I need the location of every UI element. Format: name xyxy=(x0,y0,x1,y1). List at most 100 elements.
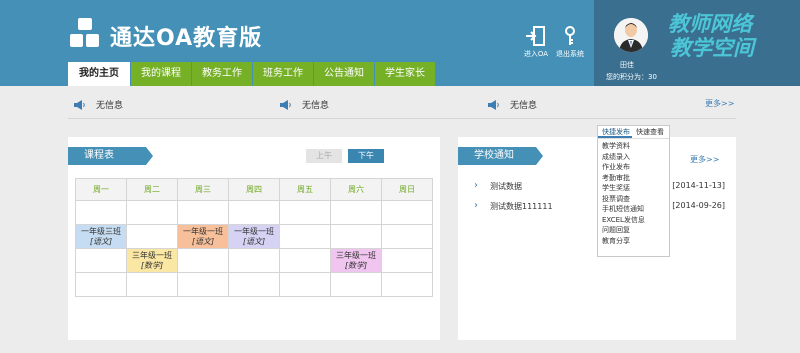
class-entry: 一年级一班 [语文] xyxy=(229,225,279,248)
notice-text: 无信息 xyxy=(302,101,330,111)
schedule-cell[interactable] xyxy=(381,272,433,297)
chevron-right-icon: › xyxy=(474,180,478,191)
school-notice-item[interactable]: › 测试数据 xyxy=(474,181,522,192)
schedule-row xyxy=(75,272,433,297)
schedule-cell[interactable] xyxy=(126,224,178,249)
schedule-row: 三年级一班 [数学] 三年级一班 [数学] xyxy=(75,248,433,273)
schedule-cell[interactable] xyxy=(228,272,280,297)
day-header: 周三 xyxy=(177,178,229,201)
notice-item[interactable]: 无信息 xyxy=(280,98,329,111)
logout-label: 退出系统 xyxy=(556,50,584,58)
nav-item-home[interactable]: 我的主页 xyxy=(68,62,130,86)
day-header: 周六 xyxy=(330,178,382,201)
day-header: 周五 xyxy=(279,178,331,201)
notice-text: 无信息 xyxy=(510,101,538,111)
notices-more-link[interactable]: 更多>> xyxy=(705,98,734,109)
slogan-line-1: 教师网络 xyxy=(668,12,752,36)
class-name: 一年级三班 xyxy=(81,227,121,236)
schedule-cell[interactable] xyxy=(126,200,178,225)
avatar[interactable] xyxy=(614,18,648,52)
speaker-icon xyxy=(74,99,86,110)
class-subject: [语文] xyxy=(242,237,266,246)
class-name: 一年级一班 xyxy=(183,227,223,236)
schedule-cell[interactable] xyxy=(330,224,382,249)
schedule-cell[interactable] xyxy=(75,272,127,297)
user-points: 您的积分为：30 xyxy=(606,73,657,81)
nav-item-announcements[interactable]: 公告通知 xyxy=(314,62,374,86)
quick-menu-item[interactable]: 投票调查 xyxy=(602,194,669,205)
nav-item-my-courses[interactable]: 我的课程 xyxy=(131,62,191,86)
schedule-cell[interactable] xyxy=(279,272,331,297)
schedule-cell[interactable] xyxy=(177,248,229,273)
nav-item-parents[interactable]: 学生家长 xyxy=(375,62,435,86)
speaker-icon xyxy=(280,99,292,110)
am-button[interactable]: 上午 xyxy=(306,149,342,163)
quick-menu-item[interactable]: 考勤审批 xyxy=(602,173,669,184)
school-notice-date: [2014-11-13] xyxy=(672,181,725,190)
nav-item-academic-affairs[interactable]: 教务工作 xyxy=(192,62,252,86)
schedule-cell[interactable] xyxy=(381,248,433,273)
schedule-cell[interactable] xyxy=(330,272,382,297)
schedule-cell[interactable] xyxy=(126,272,178,297)
class-subject: [语文] xyxy=(191,237,215,246)
notice-bar: 无信息 无信息 无信息 xyxy=(68,94,736,114)
schedule-cell[interactable]: 三年级一班 [数学] xyxy=(126,248,178,273)
schedule-cell[interactable]: 一年级三班 [语文] xyxy=(75,224,127,249)
class-subject: [数学] xyxy=(344,261,368,270)
schedule-cell[interactable]: 一年级一班 [语文] xyxy=(177,224,229,249)
schedule-cell[interactable]: 三年级一班 [数学] xyxy=(330,248,382,273)
notice-item[interactable]: 无信息 xyxy=(74,98,123,111)
schedule-cell[interactable] xyxy=(75,200,127,225)
schedule-cell[interactable]: 一年级一班 [语文] xyxy=(228,224,280,249)
school-notices-title: 学校通知 xyxy=(458,147,543,165)
quick-menu-item[interactable]: EXCEL发信息 xyxy=(602,215,669,226)
tab-quick-publish[interactable]: 快捷发布 xyxy=(598,126,632,138)
schedule-row xyxy=(75,200,433,225)
quick-menu-item[interactable]: 成绩录入 xyxy=(602,152,669,163)
schedule-cell[interactable] xyxy=(228,200,280,225)
user-name: 田佳 xyxy=(620,61,634,69)
class-entry: 一年级一班 [语文] xyxy=(178,225,228,248)
class-name: 三年级一班 xyxy=(336,251,376,260)
schedule-row: 一年级三班 [语文] 一年级一班 [语文] 一年级一班 [语文] xyxy=(75,224,433,249)
nav-item-class-affairs[interactable]: 班务工作 xyxy=(253,62,313,86)
schedule-cell[interactable] xyxy=(279,248,331,273)
class-entry: 三年级一班 [数学] xyxy=(331,249,381,272)
divider xyxy=(68,118,736,119)
class-name: 三年级一班 xyxy=(132,251,172,260)
schedule-cell[interactable] xyxy=(279,224,331,249)
schedule-cell[interactable] xyxy=(279,200,331,225)
quick-menu: 快捷发布 快速查看 教学资料 成绩录入 作业发布 考勤审批 学生奖惩 投票调查 … xyxy=(597,125,670,257)
quick-menu-item[interactable]: 手机短信通知 xyxy=(602,204,669,215)
school-notice-item[interactable]: › 测试数据111111 xyxy=(474,201,553,212)
schedule-cell[interactable] xyxy=(228,248,280,273)
quick-menu-item[interactable]: 作业发布 xyxy=(602,162,669,173)
pm-button[interactable]: 下午 xyxy=(348,149,384,163)
chevron-right-icon: › xyxy=(474,200,478,211)
class-entry: 一年级三班 [语文] xyxy=(76,225,126,248)
schedule-cell[interactable] xyxy=(381,224,433,249)
school-notice-title: 测试数据111111 xyxy=(490,202,553,211)
school-notices-more-link[interactable]: 更多>> xyxy=(690,154,719,165)
app-logo-icon xyxy=(70,18,100,50)
schedule-cell[interactable] xyxy=(177,272,229,297)
day-header: 周四 xyxy=(228,178,280,201)
slogan: 教师网络 教学空间 xyxy=(668,12,794,60)
quick-menu-tabs: 快捷发布 快速查看 xyxy=(598,126,669,139)
class-subject: [数学] xyxy=(140,261,164,270)
quick-menu-item[interactable]: 教学资料 xyxy=(602,141,669,152)
tab-quick-view[interactable]: 快速查看 xyxy=(632,126,666,138)
schedule-cell[interactable] xyxy=(177,200,229,225)
quick-menu-item[interactable]: 学生奖惩 xyxy=(602,183,669,194)
schedule-cell[interactable] xyxy=(381,200,433,225)
notice-item[interactable]: 无信息 xyxy=(488,98,537,111)
quick-menu-item[interactable]: 问题回复 xyxy=(602,225,669,236)
quick-menu-item[interactable]: 教育分享 xyxy=(602,236,669,247)
schedule-cell[interactable] xyxy=(330,200,382,225)
class-subject: [语文] xyxy=(89,237,113,246)
schedule-cell[interactable] xyxy=(75,248,127,273)
slogan-line-2: 教学空间 xyxy=(670,36,754,60)
day-header: 周日 xyxy=(381,178,433,201)
logout-button[interactable]: 退出系统 xyxy=(550,26,590,59)
school-notice-date: [2014-09-26] xyxy=(672,201,725,210)
